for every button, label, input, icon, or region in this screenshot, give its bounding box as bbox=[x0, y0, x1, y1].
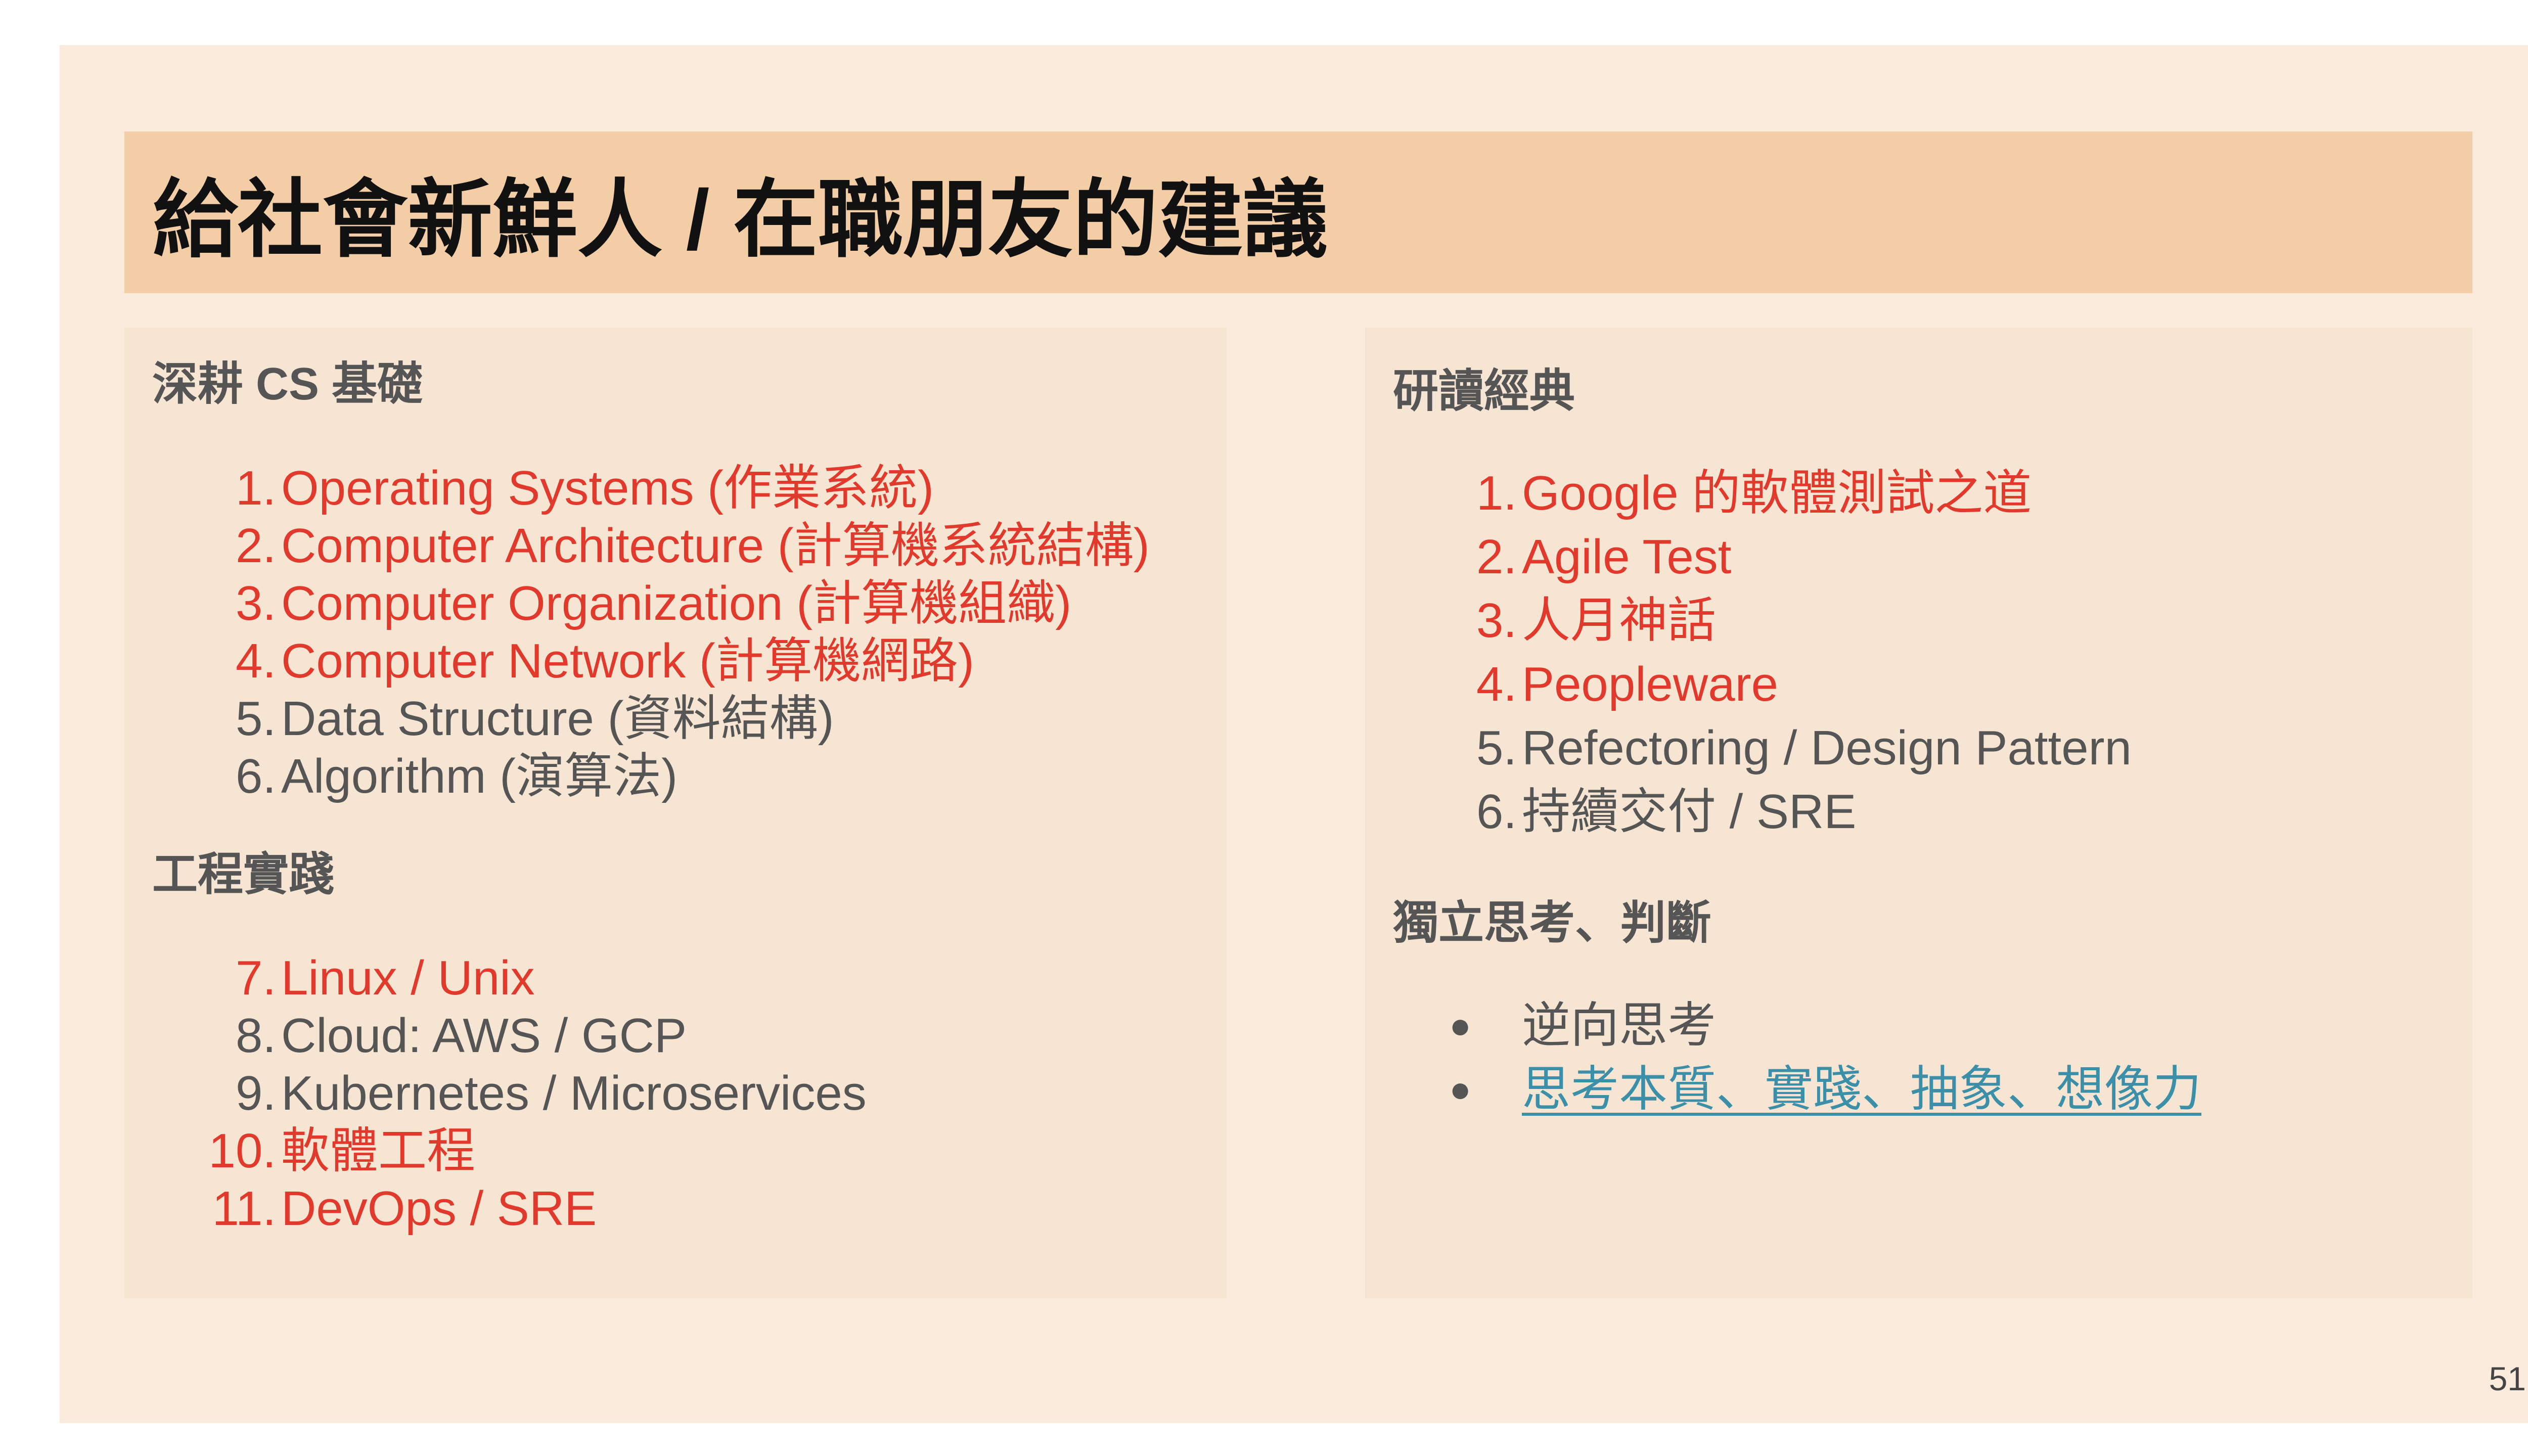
list-item-text: Kubernetes / Microservices bbox=[281, 1066, 867, 1120]
list-item-number: 4. bbox=[1476, 657, 1517, 711]
list-item-number: 8. bbox=[235, 1009, 276, 1063]
list-item-number: 11. bbox=[212, 1181, 276, 1236]
list-item-number: 2. bbox=[235, 519, 276, 573]
list-item-number: 5. bbox=[1476, 721, 1517, 775]
bullet-icon: ● bbox=[1449, 1006, 1472, 1046]
section-heading-engineering-practice: 工程實踐 bbox=[152, 849, 334, 900]
list-item-text: 人月神話 bbox=[1522, 594, 1716, 648]
list-item-number: 6. bbox=[1476, 785, 1517, 839]
slide-title: 給社會新鮮人 / 在職朋友的建議 bbox=[153, 172, 1328, 267]
list-item-number: 1. bbox=[1476, 466, 1517, 520]
list-item-number: 3. bbox=[235, 576, 276, 630]
list-item-text: Refectoring / Design Pattern bbox=[1522, 721, 2132, 775]
list-item-text: Computer Architecture (計算機系統結構) bbox=[281, 519, 1150, 573]
list-item-text: Computer Organization (計算機組織) bbox=[281, 576, 1072, 630]
list-item-text: Cloud: AWS / GCP bbox=[281, 1009, 687, 1063]
section-heading-cs-fundamentals: 深耕 CS 基礎 bbox=[152, 359, 423, 410]
list-item-number: 6. bbox=[235, 749, 276, 803]
list-item-number: 9. bbox=[235, 1066, 276, 1120]
list-item-number: 1. bbox=[235, 461, 276, 515]
list-item-text: Computer Network (計算機網路) bbox=[281, 634, 974, 688]
list-item-text: Google 的軟體測試之道 bbox=[1522, 466, 2032, 520]
title-bar: 給社會新鮮人 / 在職朋友的建議 bbox=[124, 131, 2472, 293]
list-item-number: 4. bbox=[235, 634, 276, 688]
list-item-text: Peopleware bbox=[1522, 657, 1778, 711]
section-heading-classics: 研讀經典 bbox=[1393, 366, 1575, 417]
bullet-icon: ● bbox=[1449, 1069, 1472, 1110]
slide: 給社會新鮮人 / 在職朋友的建議 深耕 CS 基礎 1. Operating S… bbox=[60, 45, 2528, 1423]
list-item-number: 2. bbox=[1476, 530, 1517, 584]
section-heading-independent-thinking: 獨立思考、判斷 bbox=[1393, 898, 1711, 948]
left-panel: 深耕 CS 基礎 1. Operating Systems (作業系統) 2. … bbox=[124, 328, 1227, 1298]
list-item-text: Operating Systems (作業系統) bbox=[281, 461, 934, 515]
page-number: 51 bbox=[2489, 1360, 2526, 1397]
right-panel: 研讀經典 1. Google 的軟體測試之道 2. Agile Test 3. … bbox=[1365, 328, 2472, 1298]
list-item-text: Data Structure (資料結構) bbox=[281, 692, 834, 746]
list-item-text: 軟體工程 bbox=[281, 1124, 475, 1178]
list-item-text: Algorithm (演算法) bbox=[281, 749, 678, 803]
list-item-text: 持續交付 / SRE bbox=[1522, 785, 1857, 839]
list-item-text: 逆向思考 bbox=[1522, 998, 1716, 1053]
list-item-text: Agile Test bbox=[1522, 530, 1732, 584]
list-item-text: DevOps / SRE bbox=[281, 1181, 597, 1236]
list-item-number: 10. bbox=[208, 1124, 276, 1178]
thinking-essentials-link[interactable]: 思考本質、實踐、抽象、想像力 bbox=[1522, 1058, 2201, 1121]
list-item-number: 3. bbox=[1476, 594, 1517, 648]
list-item-text: Linux / Unix bbox=[281, 951, 535, 1005]
list-item-number: 5. bbox=[235, 692, 276, 746]
list-item-number: 7. bbox=[235, 951, 276, 1005]
